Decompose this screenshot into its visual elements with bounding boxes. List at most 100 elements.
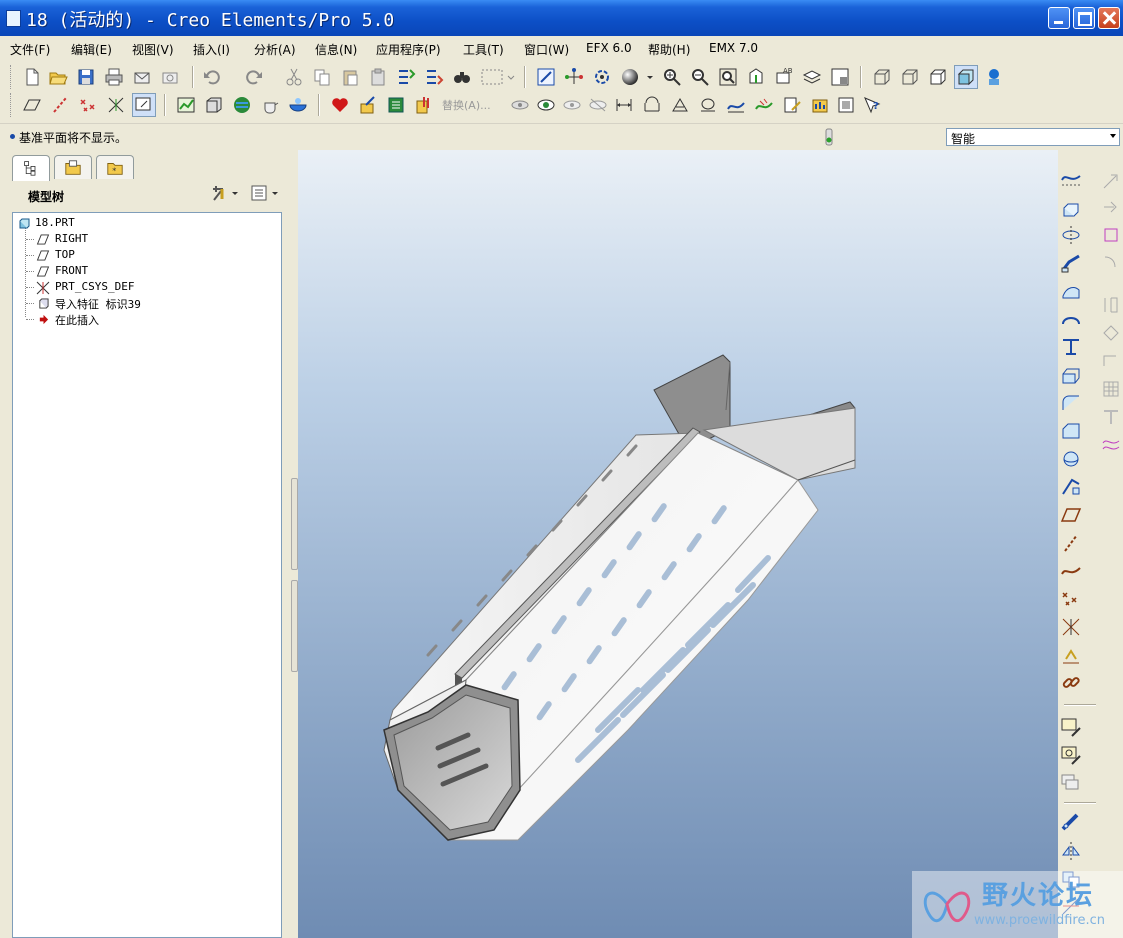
tree-item-front[interactable]: FRONT: [13, 263, 273, 279]
sweep-icon[interactable]: [1060, 252, 1082, 274]
datum-curve-tool-icon[interactable]: [1060, 560, 1082, 582]
reorient-icon[interactable]: [746, 67, 766, 87]
menu-tools[interactable]: 工具(T): [463, 41, 504, 58]
tab-model-tree[interactable]: [12, 155, 50, 181]
tree-show-icon[interactable]: [250, 183, 280, 203]
relations-icon[interactable]: [414, 95, 434, 115]
spin-center-icon[interactable]: [592, 67, 612, 87]
layers-icon[interactable]: [802, 67, 822, 87]
datum-axis-toggle-icon[interactable]: [50, 95, 70, 115]
zoom-out-icon[interactable]: [690, 67, 710, 87]
curve-analysis-icon[interactable]: [726, 95, 746, 115]
view-manager-icon[interactable]: [830, 67, 850, 87]
selection-filter-dropdown[interactable]: 智能: [946, 128, 1120, 146]
minimize-button[interactable]: [1048, 7, 1070, 29]
replace-button[interactable]: 替换(A)...: [442, 97, 491, 113]
mirror-icon[interactable]: [1060, 840, 1082, 862]
send-link-icon[interactable]: [160, 67, 180, 87]
chamfer-icon[interactable]: [1060, 420, 1082, 442]
disabled-curve-icon[interactable]: [1100, 252, 1122, 274]
disabled-shape-icon[interactable]: [1100, 322, 1122, 344]
tree-settings-icon[interactable]: [210, 183, 240, 203]
context-help-icon[interactable]: ?: [862, 95, 882, 115]
disabled-split-icon[interactable]: [1100, 294, 1122, 316]
send-mail-icon[interactable]: [132, 67, 152, 87]
datum-point-toggle-icon[interactable]: [78, 95, 98, 115]
shell-icon[interactable]: [1060, 308, 1082, 330]
disabled-grid-icon[interactable]: [1100, 378, 1122, 400]
extrude-icon[interactable]: [1060, 196, 1082, 218]
measure-angle-icon[interactable]: [670, 95, 690, 115]
tab-folder-browser[interactable]: [54, 155, 92, 179]
open-folder-icon[interactable]: [48, 67, 68, 87]
show-eye-icon[interactable]: [536, 95, 556, 115]
boundary-blend-icon[interactable]: [1100, 224, 1122, 246]
measure-distance-icon[interactable]: [614, 95, 634, 115]
sash-grip-lower[interactable]: [291, 580, 298, 672]
zoom-in-icon[interactable]: [662, 67, 682, 87]
chain-link-icon[interactable]: [1060, 672, 1082, 694]
sketch-tool-icon[interactable]: [1060, 716, 1082, 738]
style-curve-icon[interactable]: [1060, 168, 1082, 190]
tree-item-import-feature[interactable]: 导入特征 标识39: [13, 295, 273, 311]
menu-applications[interactable]: 应用程序(P): [376, 41, 441, 58]
tab-favorites[interactable]: *: [96, 155, 134, 179]
render-bowl-icon[interactable]: [288, 95, 308, 115]
sketch-icon[interactable]: [536, 67, 556, 87]
wireframe-icon[interactable]: [872, 67, 892, 87]
selection-box-icon[interactable]: [480, 67, 516, 87]
redo-icon[interactable]: [244, 67, 264, 87]
disabled-offset-icon[interactable]: [1100, 196, 1122, 218]
revolve-icon[interactable]: [1060, 224, 1082, 246]
draft-icon[interactable]: [1060, 364, 1082, 386]
graphics-viewport[interactable]: [298, 150, 1058, 938]
rib-icon[interactable]: [1060, 336, 1082, 358]
navigator-sash[interactable]: [290, 150, 298, 938]
teapot-icon[interactable]: [260, 95, 280, 115]
sweep-blend-icon[interactable]: [1060, 476, 1082, 498]
model-info-icon[interactable]: [836, 95, 856, 115]
new-file-icon[interactable]: [22, 67, 42, 87]
menu-view[interactable]: 视图(V): [132, 41, 174, 58]
edit-note-icon[interactable]: [782, 95, 802, 115]
disabled-arrow-icon[interactable]: [1100, 170, 1122, 192]
no-hidden-icon[interactable]: [928, 67, 948, 87]
toolbar-grip[interactable]: [10, 65, 14, 89]
paste-icon[interactable]: [340, 67, 360, 87]
mass-properties-icon[interactable]: [810, 95, 830, 115]
hide-eye-icon[interactable]: [588, 95, 608, 115]
undo-icon[interactable]: [202, 67, 222, 87]
analysis-graph-icon[interactable]: [176, 95, 196, 115]
menu-info[interactable]: 信息(N): [315, 41, 357, 58]
tree-item-part[interactable]: 18.PRT: [13, 215, 273, 231]
show-hide-eye-icon[interactable]: [510, 95, 530, 115]
save-icon[interactable]: [76, 67, 96, 87]
round-icon[interactable]: [1060, 392, 1082, 414]
hole-icon[interactable]: [1060, 448, 1082, 470]
annotation-toggle-icon[interactable]: [132, 93, 156, 117]
tree-item-csys[interactable]: PRT_CSYS_DEF: [13, 279, 273, 295]
analysis-feature-icon[interactable]: [1060, 644, 1082, 666]
sash-grip-upper[interactable]: [291, 478, 298, 570]
sketch-region-icon[interactable]: [1060, 744, 1082, 766]
model-3d-view[interactable]: [298, 150, 1058, 938]
tree-item-insert-here[interactable]: 在此插入: [13, 311, 273, 327]
favorites-heart-icon[interactable]: [330, 95, 350, 115]
refit-icon[interactable]: [718, 67, 738, 87]
measure-length-icon[interactable]: [642, 95, 662, 115]
find-binoculars-icon[interactable]: [452, 67, 472, 87]
parameters-icon[interactable]: [386, 95, 406, 115]
disabled-corner-icon[interactable]: [1100, 350, 1122, 372]
menu-analysis[interactable]: 分析(A): [254, 41, 296, 58]
datum-axis-tool-icon[interactable]: [1060, 532, 1082, 554]
toolbar-grip[interactable]: [10, 93, 14, 117]
surface-curve-icon[interactable]: [1100, 434, 1122, 456]
menu-file[interactable]: 文件(F): [10, 41, 50, 58]
traffic-light-icon[interactable]: [824, 127, 834, 147]
datum-plane-tool-icon[interactable]: [1060, 504, 1082, 526]
measure-area-icon[interactable]: [698, 95, 718, 115]
model-display-icon[interactable]: [984, 67, 1004, 87]
disabled-t-icon[interactable]: [1100, 406, 1122, 428]
saved-views-icon[interactable]: AB: [774, 67, 794, 87]
datum-point-tool-icon[interactable]: [1060, 588, 1082, 610]
